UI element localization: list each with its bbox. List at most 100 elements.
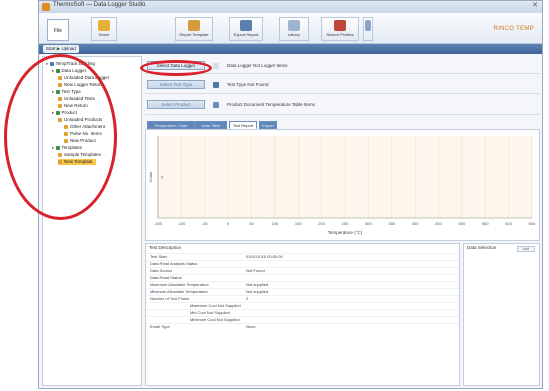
node-icon	[64, 124, 68, 129]
summary-key: Email Type	[150, 324, 170, 329]
tab-export[interactable]: Export	[259, 121, 277, 129]
ribbon-extra-button[interactable]	[363, 17, 373, 41]
tree-item-label: New Return	[64, 103, 88, 108]
tree-item-label: Unloaded Tests	[64, 96, 95, 101]
x-tick-label: 650	[529, 221, 536, 226]
tree-item[interactable]: Unloaded Tests	[58, 96, 95, 102]
sub-toolbar: Start ▶ Upload	[39, 44, 542, 54]
start-upload-pill[interactable]: Start ▶ Upload	[43, 45, 79, 53]
y-axis-label: Count	[148, 171, 153, 183]
expander-icon[interactable]: ▸	[52, 68, 56, 73]
tree-item-label: Pulse No. Items	[70, 131, 102, 136]
library-label: Library	[287, 32, 301, 37]
tree-item-label: Other Attachment	[70, 124, 106, 129]
select-test-type-button[interactable]: Select Test Type	[147, 80, 205, 89]
tree-item-label: Test Type	[61, 89, 81, 94]
library-icon	[288, 20, 300, 31]
chart-panel: -150 -100 -50 0 50 100 150 200 250 300 350 400 450 50…	[145, 129, 540, 241]
data-logger-status: Data Logger Not Logger Items	[227, 63, 288, 68]
tree-item[interactable]: New Logger Return	[58, 82, 103, 88]
search-profile-icon	[334, 20, 346, 31]
divider	[145, 93, 540, 94]
x-tick-label: 50	[249, 221, 254, 226]
summary-row: Maximum Cool Not Supplied	[146, 302, 459, 309]
node-icon	[64, 131, 68, 136]
tab-data-table[interactable]: Data Table	[195, 121, 227, 129]
tree-item[interactable]: Unloaded Products	[58, 117, 102, 123]
test-type-status: Test Type Not Found	[227, 82, 269, 87]
node-icon	[55, 89, 60, 94]
summary-row: Minimum Allowable Temperature Not supplie…	[146, 288, 459, 295]
pill-start-label: Start	[46, 46, 56, 51]
summary-row: Data Source Not Found	[146, 267, 459, 274]
tree-item[interactable]: ▸ TempTrack Building	[46, 61, 95, 67]
data-selection-panel: Data Selection Add	[463, 243, 540, 386]
select-data-logger-button[interactable]: Select Data Logger	[147, 61, 205, 70]
node-icon	[58, 117, 62, 122]
tree-item[interactable]: New Template	[58, 159, 97, 165]
ribbon: File Home Report Template Export Report …	[39, 13, 542, 44]
report-template-button[interactable]: Report Template	[175, 17, 213, 41]
summary-value: None	[246, 324, 256, 329]
tree-item[interactable]: Other Attachment	[64, 124, 105, 130]
expander-icon[interactable]: ▸	[52, 110, 56, 115]
home-icon	[98, 20, 110, 31]
tree-item[interactable]: New Return	[58, 103, 88, 109]
summary-row: Test Start 01/01/2015 00:00:00	[146, 253, 459, 260]
x-tick-label: 0	[227, 221, 230, 226]
doc-icon	[365, 20, 371, 31]
select-product-button[interactable]: Select Product	[147, 100, 205, 109]
expander-icon[interactable]: ▸	[52, 145, 56, 150]
x-tick-label: 100	[272, 221, 279, 226]
x-tick-label: 250	[342, 221, 349, 226]
app-window: ThermoSoft — Data Logger Studio ✕ File H…	[38, 0, 543, 389]
tree-item[interactable]: ▸ Product	[52, 110, 77, 116]
x-tick-label: 550	[482, 221, 489, 226]
report-template-label: Report Template	[179, 32, 209, 37]
x-tick-label: -50	[202, 221, 209, 226]
product-status: Product Document Temperature Table Items	[227, 102, 315, 107]
tree-item[interactable]: Unloaded Data Logger	[58, 75, 109, 81]
node-icon	[58, 159, 62, 164]
add-button[interactable]: Add	[517, 246, 535, 252]
tree-item-label: TempTrack Building	[55, 61, 95, 66]
node-icon	[55, 145, 60, 150]
summary-row: Data Read Status	[146, 274, 459, 281]
tree-item[interactable]: ▸ Test Type	[52, 89, 81, 95]
temperature-chart: -150 -100 -50 0 50 100 150 200 250 300 350 400 450 50…	[148, 136, 536, 235]
export-report-button[interactable]: Export Report	[229, 17, 263, 41]
x-tick-label: 450	[435, 221, 442, 226]
node-icon	[55, 110, 60, 115]
tree-item[interactable]: Pulse No. Items	[64, 131, 102, 137]
side-panel-title: Data Selection	[467, 245, 497, 250]
summary-row: Email Type None	[146, 323, 459, 330]
pill-action-label: Upload	[61, 46, 76, 51]
export-report-label: Export Report	[233, 32, 259, 37]
main-panel: Select Data Logger Data Logger Not Logge…	[145, 56, 540, 386]
tree-item[interactable]: New Product	[64, 138, 96, 144]
tab-test-report[interactable]: Test Report	[229, 121, 257, 129]
tree-item-label: Data Logger	[61, 68, 87, 73]
x-tick-label: 200	[318, 221, 325, 226]
tree-item-label: New Template	[64, 159, 93, 164]
summary-title: Test Description	[149, 245, 182, 250]
close-icon[interactable]: ✕	[532, 1, 538, 9]
tree-item[interactable]: ▸ Templates	[52, 145, 82, 151]
tree-item[interactable]: ▸ Data Logger	[52, 68, 86, 74]
summary-row: Mid Cool Not Supplied	[146, 309, 459, 316]
library-button[interactable]: Library	[279, 17, 309, 41]
home-button[interactable]: Home	[91, 17, 117, 41]
tree-item[interactable]: Sample Templates	[58, 152, 101, 158]
x-tick-label: 500	[459, 221, 466, 226]
tree-item-label: New Logger Return	[64, 82, 104, 87]
summary-row: Maximum Allowable Temperature Not supplie…	[146, 281, 459, 288]
expander-icon[interactable]: ▸	[46, 61, 50, 66]
tab-temperature-chart[interactable]: Temperature Chart	[147, 121, 195, 129]
search-profiles-label: Search Profiles	[326, 32, 354, 37]
x-tick-label: 300	[365, 221, 372, 226]
search-profiles-button[interactable]: Search Profiles	[321, 17, 359, 41]
file-tab[interactable]: File	[47, 19, 69, 41]
expander-icon[interactable]: ▸	[52, 89, 56, 94]
tree-item-label: Sample Templates	[64, 152, 101, 157]
tree-item-label: New Product	[70, 138, 96, 143]
